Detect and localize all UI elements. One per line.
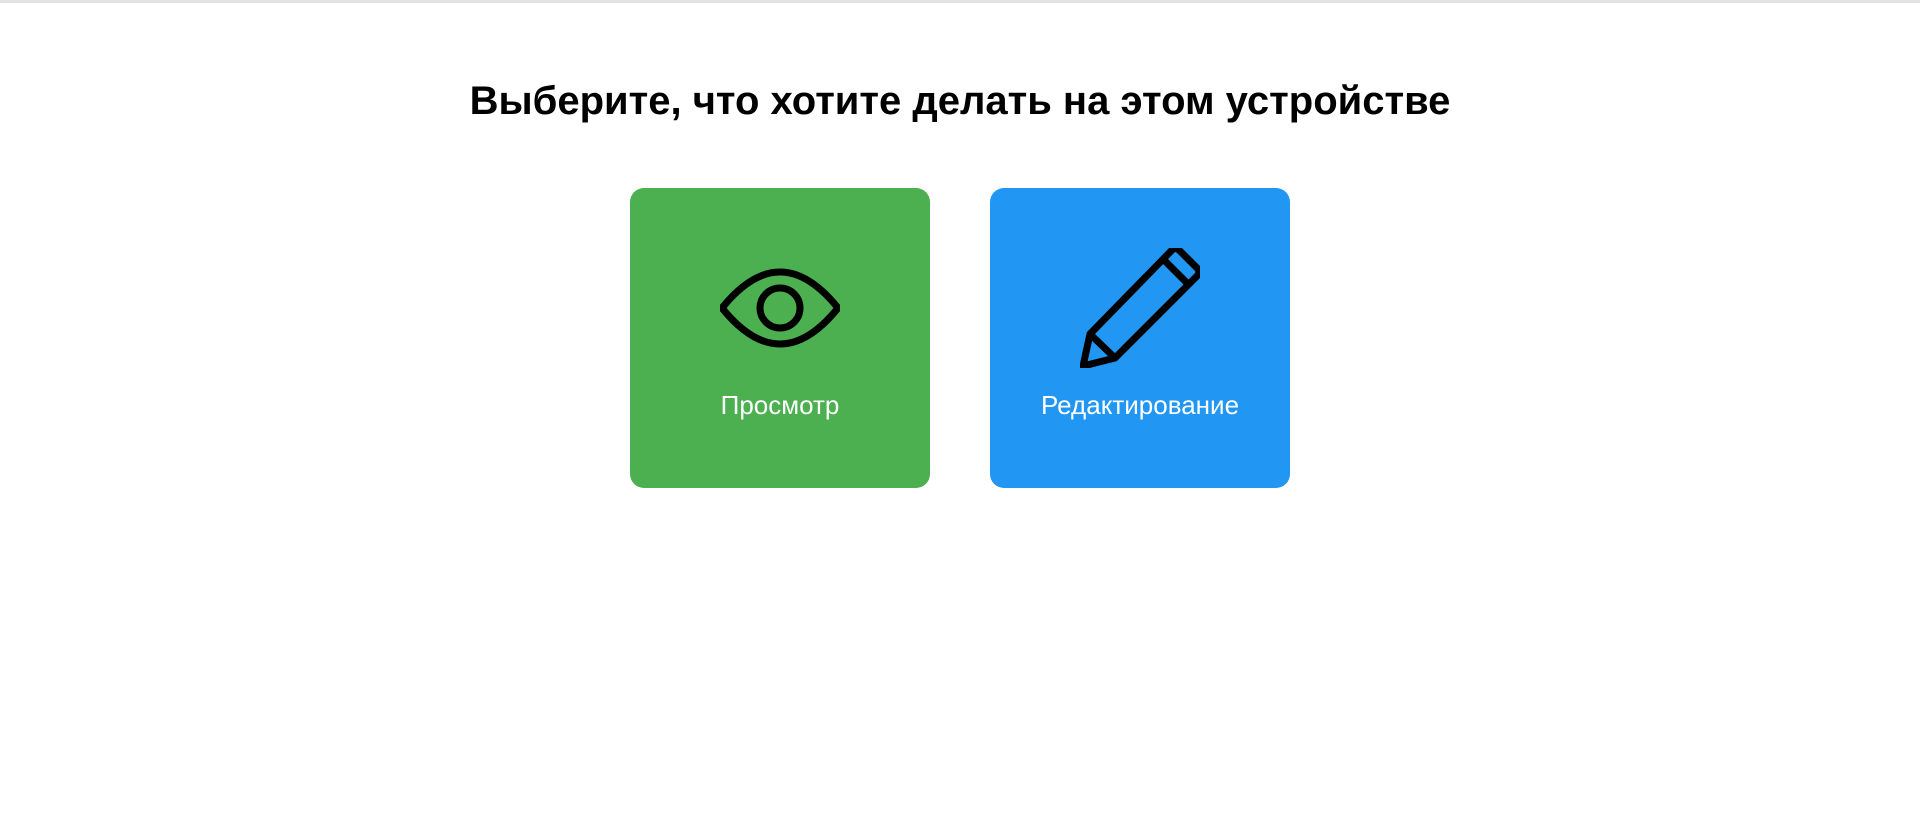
pencil-icon [1080, 248, 1200, 368]
page-title: Выберите, что хотите делать на этом устр… [469, 79, 1451, 123]
eye-icon [720, 248, 840, 368]
view-mode-button[interactable]: Просмотр [630, 188, 930, 488]
edit-mode-label: Редактирование [1040, 390, 1240, 420]
view-mode-label: Просмотр [720, 390, 840, 420]
top-divider [0, 0, 1920, 3]
edit-mode-button[interactable]: Редактирование [990, 188, 1290, 488]
